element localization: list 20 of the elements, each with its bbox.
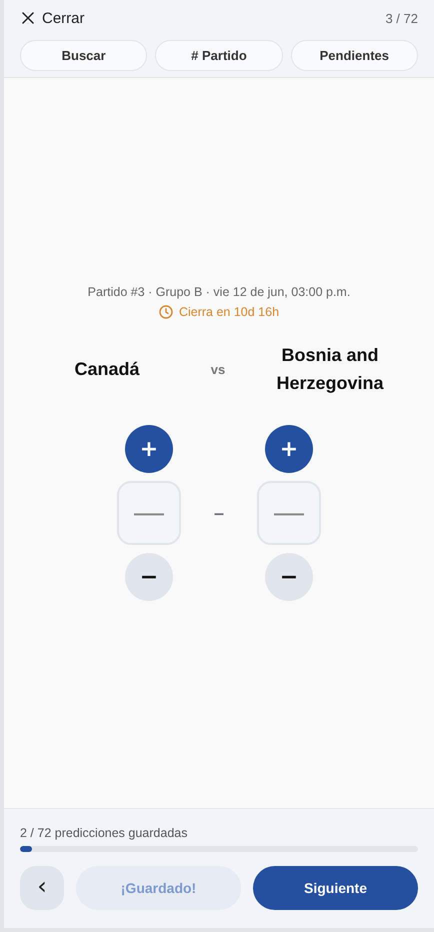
progress-label: 2 / 72 predicciones guardadas [20,826,188,840]
home-team: Canadá [73,358,141,381]
next-button[interactable]: Siguiente [253,866,418,910]
back-button[interactable]: ‹ [20,866,64,910]
match-info: Partido #3 · Grupo B · vie 12 de jun, 03:00 p.m. [88,285,350,299]
filter-tab[interactable]: Pendientes [290,40,418,71]
decrement-button[interactable]: − [265,553,313,601]
close-button[interactable]: Cerrar [20,10,85,26]
clock-icon [158,305,173,319]
versus-label: vs [210,362,226,376]
match-counter: 3 / 72 [385,10,418,26]
decrement-button[interactable]: − [125,553,173,601]
filter-tab[interactable]: # Partido [155,40,283,71]
increment-button[interactable]: + [265,425,313,473]
close-icon [22,12,34,24]
filter-tab[interactable]: Buscar [20,40,148,71]
countdown-text: Cierra en 10d 16h [178,305,280,319]
away-team: Bosnia and Herzegovina [275,344,385,395]
score-separator: – [214,502,224,524]
increment-button[interactable]: + [125,425,173,473]
